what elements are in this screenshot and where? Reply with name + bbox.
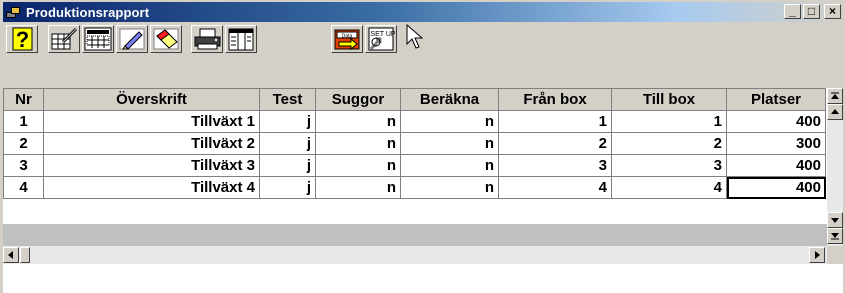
setup-icon: SET UP [368, 27, 396, 51]
scroll-bottom-button[interactable] [827, 228, 843, 244]
vertical-scrollbar[interactable] [827, 88, 843, 246]
scroll-to-bottom-icon [831, 233, 839, 240]
arrow-left-icon [8, 251, 13, 259]
header-row: Nr Överskrift Test Suggor Beräkna Från b… [3, 88, 826, 111]
cell-test[interactable]: j [259, 176, 316, 199]
application-window: Produktionsrapport _ □ × ? Data SET UP N… [0, 0, 845, 293]
scroll-down-button[interactable] [827, 212, 843, 228]
scroll-up-button[interactable] [827, 104, 843, 120]
cell-berakna[interactable]: n [400, 176, 499, 199]
minimize-button[interactable]: _ [784, 4, 801, 19]
cell-platser[interactable]: 400 [726, 110, 826, 133]
table-row: 3 Tillväxt 3 j n n 3 3 400 [3, 154, 826, 177]
cell-berakna[interactable]: n [400, 110, 499, 133]
cell-nr[interactable]: 3 [3, 154, 44, 177]
cell-berakna[interactable]: n [400, 154, 499, 177]
column-header-platser[interactable]: Platser [726, 88, 826, 111]
scroll-top-button[interactable] [827, 88, 843, 104]
cell-fran-box[interactable]: 4 [498, 176, 612, 199]
cell-overskrift[interactable]: Tillväxt 1 [43, 110, 260, 133]
report-view-button[interactable] [225, 25, 257, 53]
title-bar[interactable]: Produktionsrapport _ □ × [3, 2, 843, 22]
setup-label: SET UP [370, 31, 395, 38]
pen-icon [119, 28, 145, 50]
scroll-to-top-icon [831, 92, 839, 99]
window-title: Produktionsrapport [26, 4, 150, 20]
pen-button[interactable] [116, 25, 148, 53]
help-button[interactable]: ? [6, 25, 38, 53]
cell-fran-box[interactable]: 2 [498, 132, 612, 155]
mouse-cursor-icon [406, 24, 424, 49]
cell-nr[interactable]: 1 [3, 110, 44, 133]
column-header-test[interactable]: Test [259, 88, 316, 111]
horizontal-scroll-thumb[interactable] [20, 247, 30, 263]
spreadsheet-button[interactable] [82, 25, 114, 53]
cell-test[interactable]: j [259, 154, 316, 177]
cell-test[interactable]: j [259, 132, 316, 155]
setup-button[interactable]: SET UP [365, 25, 397, 53]
cell-till-box[interactable]: 2 [611, 132, 727, 155]
cell-nr[interactable]: 2 [3, 132, 44, 155]
printer-icon [194, 28, 221, 50]
cell-fran-box[interactable]: 3 [498, 154, 612, 177]
scroll-right-button[interactable] [809, 247, 825, 263]
cell-berakna[interactable]: n [400, 132, 499, 155]
column-header-berakna[interactable]: Beräkna [400, 88, 499, 111]
cell-suggor[interactable]: n [315, 110, 401, 133]
spreadsheet-icon [84, 27, 112, 51]
cell-overskrift[interactable]: Tillväxt 3 [43, 154, 260, 177]
report-table: Nr Överskrift Test Suggor Beräkna Från b… [3, 88, 826, 199]
cell-till-box[interactable]: 1 [611, 110, 727, 133]
cell-suggor[interactable]: n [315, 132, 401, 155]
grid-empty-area [3, 224, 827, 246]
data-export-button[interactable]: Data [331, 25, 363, 53]
cell-nr[interactable]: 4 [3, 176, 44, 199]
help-glyph: ? [16, 27, 29, 52]
app-icon [5, 4, 23, 20]
eraser-icon [153, 28, 179, 50]
scroll-left-button[interactable] [3, 247, 19, 263]
close-button[interactable]: × [824, 4, 841, 19]
arrow-up-icon [831, 109, 839, 114]
cell-fran-box[interactable]: 1 [498, 110, 612, 133]
horizontal-scrollbar[interactable] [3, 246, 827, 264]
eraser-button[interactable] [150, 25, 182, 53]
table-row: 2 Tillväxt 2 j n n 2 2 300 [3, 132, 826, 155]
arrow-right-icon [815, 251, 820, 259]
cell-platser-selected[interactable]: 400 [726, 176, 826, 199]
maximize-button[interactable]: □ [803, 4, 820, 19]
report-view-icon [228, 28, 254, 51]
cell-till-box[interactable]: 3 [611, 154, 727, 177]
data-export-icon: Data [334, 29, 360, 51]
cell-suggor[interactable]: n [315, 154, 401, 177]
cell-test[interactable]: j [259, 110, 316, 133]
cell-platser[interactable]: 400 [726, 154, 826, 177]
table-row: 1 Tillväxt 1 j n n 1 1 400 [3, 110, 826, 133]
cell-till-box[interactable]: 4 [611, 176, 727, 199]
edit-table-icon [51, 27, 78, 50]
cell-suggor[interactable]: n [315, 176, 401, 199]
cell-overskrift[interactable]: Tillväxt 2 [43, 132, 260, 155]
column-header-overskrift[interactable]: Överskrift [43, 88, 260, 111]
column-header-nr[interactable]: Nr [3, 88, 44, 111]
window-bottom-area [3, 264, 843, 293]
arrow-down-icon [831, 218, 839, 223]
data-grid: Nr Överskrift Test Suggor Beräkna Från b… [3, 88, 827, 232]
cell-overskrift[interactable]: Tillväxt 4 [43, 176, 260, 199]
column-header-fran-box[interactable]: Från box [498, 88, 612, 111]
column-header-suggor[interactable]: Suggor [315, 88, 401, 111]
table-row: 4 Tillväxt 4 j n n 4 4 400 [3, 176, 826, 199]
print-button[interactable] [191, 25, 223, 53]
column-header-till-box[interactable]: Till box [611, 88, 727, 111]
edit-table-button[interactable] [48, 25, 80, 53]
help-icon: ? [12, 27, 33, 52]
cell-platser[interactable]: 300 [726, 132, 826, 155]
